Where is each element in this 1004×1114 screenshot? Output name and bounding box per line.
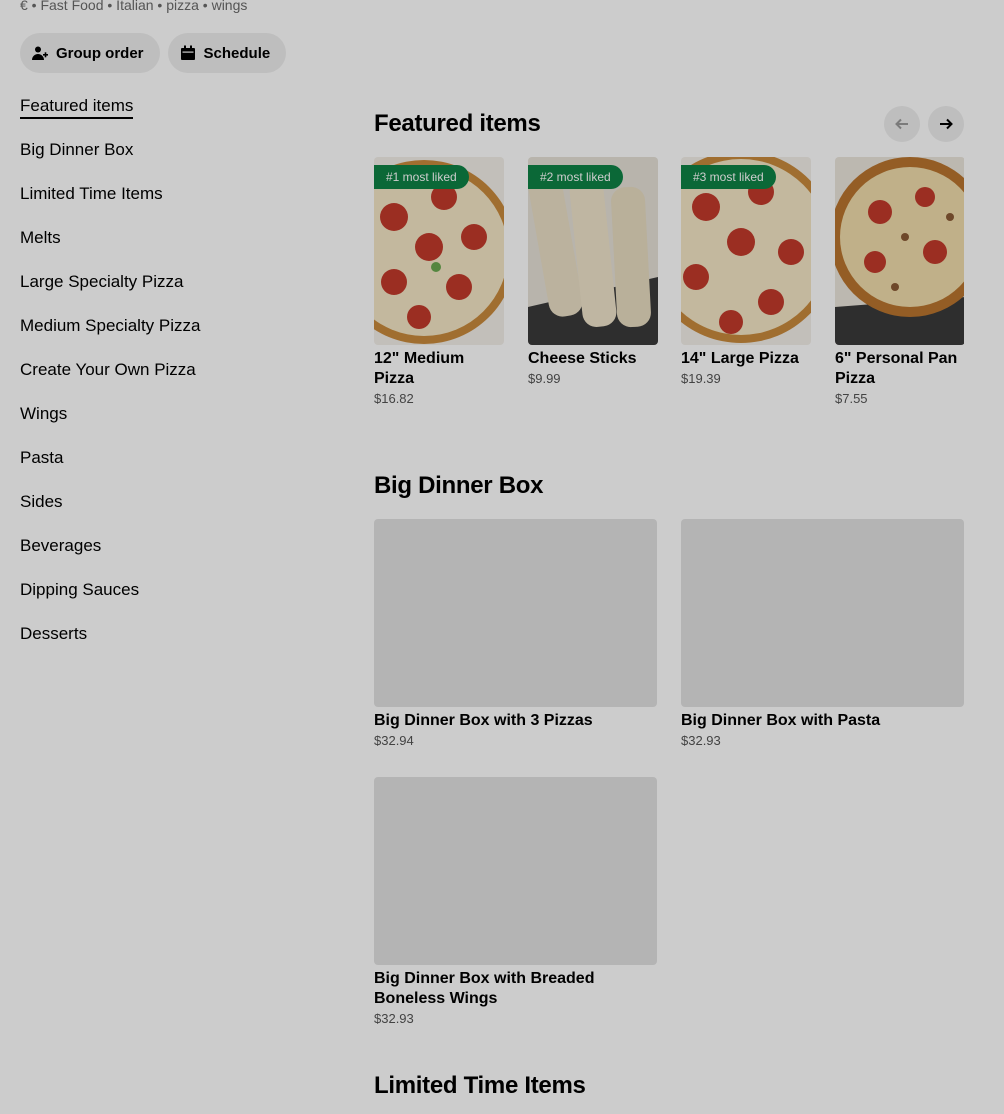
featured-item-card[interactable]: 6" Personal Pan Pizza $7.55 bbox=[835, 157, 964, 406]
pepperoni-pizza-image: #3 most liked bbox=[681, 157, 811, 345]
item-name: 12" Medium Pizza bbox=[374, 350, 465, 387]
person-add-icon bbox=[32, 45, 48, 61]
sidebar-item-beverages[interactable]: Beverages bbox=[20, 535, 320, 579]
sidebar-item-label: Large Specialty Pizza bbox=[20, 272, 184, 291]
limited-time-items-heading: Limited Time Items bbox=[374, 1072, 586, 1099]
item-price: $32.93 bbox=[374, 1011, 414, 1026]
featured-carousel: #1 most liked 12" Medium Pizza $16.82 #2… bbox=[374, 157, 964, 417]
arrow-left-icon bbox=[895, 118, 908, 130]
sidebar-item-limited-time-items[interactable]: Limited Time Items bbox=[20, 183, 320, 227]
calendar-icon bbox=[180, 45, 196, 61]
item-name: 14" Large Pizza bbox=[681, 350, 799, 367]
carousel-controls bbox=[884, 106, 964, 142]
sidebar-item-label: Sides bbox=[20, 492, 63, 511]
sidebar-item-label: Melts bbox=[20, 228, 61, 247]
sidebar-item-medium-specialty-pizza[interactable]: Medium Specialty Pizza bbox=[20, 315, 320, 359]
sidebar-item-label: Create Your Own Pizza bbox=[20, 360, 196, 379]
sidebar-item-label: Beverages bbox=[20, 536, 102, 555]
sidebar-item-melts[interactable]: Melts bbox=[20, 227, 320, 271]
item-image-placeholder bbox=[681, 519, 964, 707]
item-image-placeholder bbox=[374, 519, 657, 707]
cuisine-line: € • Fast Food • Italian • pizza • wings bbox=[20, 0, 248, 13]
store-actions: Group order Schedule bbox=[20, 33, 287, 73]
most-liked-badge: #2 most liked bbox=[528, 165, 623, 189]
carousel-prev-button[interactable] bbox=[884, 106, 920, 142]
item-name: 6" Personal Pan Pizza bbox=[835, 350, 958, 387]
pepperoni-pizza-image: #1 most liked bbox=[374, 157, 504, 345]
sidebar-item-label: Big Dinner Box bbox=[20, 140, 134, 159]
menu-category-nav: Featured items Big Dinner Box Limited Ti… bbox=[20, 95, 320, 667]
sidebar-item-label: Medium Specialty Pizza bbox=[20, 316, 201, 335]
item-name: Big Dinner Box with Pasta bbox=[681, 712, 881, 729]
big-dinner-box-heading: Big Dinner Box bbox=[374, 472, 544, 499]
most-liked-badge: #3 most liked bbox=[681, 165, 776, 189]
menu-item-card[interactable]: Big Dinner Box with Pasta $32.93 bbox=[681, 519, 964, 748]
arrow-right-icon bbox=[940, 118, 953, 130]
sidebar-item-pasta[interactable]: Pasta bbox=[20, 447, 320, 491]
featured-item-card[interactable]: #3 most liked 14" Large Pizza $19.39 bbox=[681, 157, 811, 386]
schedule-button[interactable]: Schedule bbox=[167, 33, 287, 73]
item-name: Cheese Sticks bbox=[528, 350, 637, 367]
item-image-placeholder bbox=[374, 777, 657, 965]
item-price: $16.82 bbox=[374, 391, 414, 406]
item-name: Big Dinner Box with Breaded Boneless Win… bbox=[374, 970, 595, 1007]
sidebar-item-featured-items[interactable]: Featured items bbox=[20, 95, 320, 139]
pan-pizza-image bbox=[835, 157, 964, 345]
sidebar-item-label: Desserts bbox=[20, 624, 88, 643]
sidebar-item-create-your-own-pizza[interactable]: Create Your Own Pizza bbox=[20, 359, 320, 403]
sidebar-item-label: Wings bbox=[20, 404, 68, 423]
sidebar-item-large-specialty-pizza[interactable]: Large Specialty Pizza bbox=[20, 271, 320, 315]
group-order-label: Group order bbox=[56, 44, 144, 62]
item-price: $7.55 bbox=[835, 391, 868, 406]
sidebar-item-desserts[interactable]: Desserts bbox=[20, 623, 320, 667]
sidebar-item-wings[interactable]: Wings bbox=[20, 403, 320, 447]
most-liked-badge: #1 most liked bbox=[374, 165, 469, 189]
carousel-next-button[interactable] bbox=[928, 106, 964, 142]
item-name: Big Dinner Box with 3 Pizzas bbox=[374, 712, 593, 729]
item-price: $32.94 bbox=[374, 733, 414, 748]
featured-item-card[interactable]: #2 most liked Cheese Sticks $9.99 bbox=[528, 157, 658, 386]
sidebar-item-label: Pasta bbox=[20, 448, 64, 467]
sidebar-item-label: Limited Time Items bbox=[20, 184, 163, 203]
sidebar-item-sides[interactable]: Sides bbox=[20, 491, 320, 535]
group-order-button[interactable]: Group order bbox=[20, 33, 160, 73]
breadsticks-image: #2 most liked bbox=[528, 157, 658, 345]
sidebar-item-label: Featured items bbox=[20, 95, 134, 119]
schedule-label: Schedule bbox=[203, 44, 271, 62]
item-price: $19.39 bbox=[681, 371, 721, 386]
menu-item-card[interactable]: Big Dinner Box with 3 Pizzas $32.94 bbox=[374, 519, 657, 748]
sidebar-item-dipping-sauces[interactable]: Dipping Sauces bbox=[20, 579, 320, 623]
featured-items-heading: Featured items bbox=[374, 110, 541, 137]
item-price: $32.93 bbox=[681, 733, 721, 748]
menu-item-card[interactable]: Big Dinner Box with Breaded Boneless Win… bbox=[374, 777, 657, 1026]
sidebar-item-big-dinner-box[interactable]: Big Dinner Box bbox=[20, 139, 320, 183]
item-price: $9.99 bbox=[528, 371, 561, 386]
featured-item-card[interactable]: #1 most liked 12" Medium Pizza $16.82 bbox=[374, 157, 504, 406]
sidebar-item-label: Dipping Sauces bbox=[20, 580, 140, 599]
